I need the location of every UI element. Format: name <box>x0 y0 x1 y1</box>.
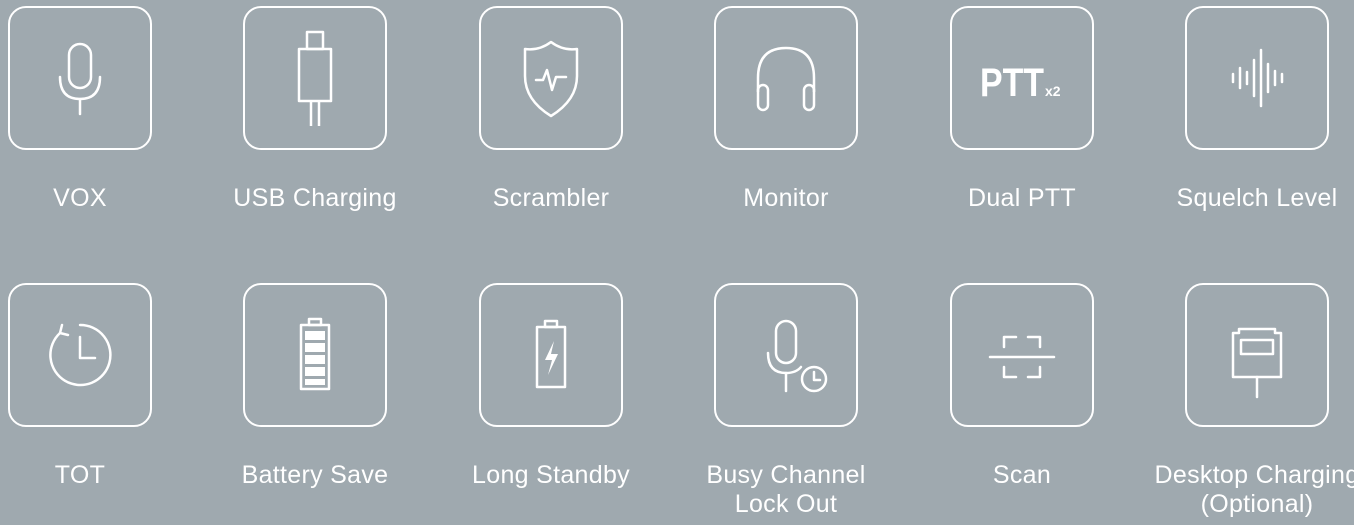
sound-wave-icon <box>1231 48 1284 108</box>
ptt-x2-icon: PTT x2 <box>980 61 1061 105</box>
feature-tile <box>1185 6 1329 150</box>
feature-tile <box>714 283 858 427</box>
feature-tile: PTT x2 <box>950 6 1094 150</box>
ptt-icon-subtext: x2 <box>1045 83 1061 99</box>
desktop-charger-icon <box>1231 327 1283 399</box>
microphone-clock-icon <box>766 319 828 393</box>
feature-label: Squelch Level <box>1176 184 1338 212</box>
feature-tile <box>243 283 387 427</box>
scan-frame-icon <box>988 335 1056 379</box>
feature-tile <box>479 6 623 150</box>
feature-label: USB Charging <box>233 184 397 212</box>
feature-label: Monitor <box>743 184 829 212</box>
feature-label: VOX <box>53 184 107 212</box>
shield-pulse-icon <box>523 40 579 118</box>
ptt-icon-text: PTT <box>980 61 1044 105</box>
feature-label: Long Standby <box>472 461 630 489</box>
feature-label: Scrambler <box>492 184 610 212</box>
timer-icon <box>49 323 112 387</box>
feature-label: Dual PTT <box>968 184 1076 212</box>
feature-tile <box>714 6 858 150</box>
full-battery-icon <box>299 317 331 391</box>
feature-tile <box>479 283 623 427</box>
charging-battery-icon <box>535 319 567 389</box>
microphone-icon <box>58 42 102 116</box>
feature-tile <box>8 6 152 150</box>
feature-label: TOT <box>54 461 106 489</box>
headphones-icon <box>756 46 816 112</box>
feature-label: Scan <box>992 461 1052 489</box>
feature-tile <box>950 283 1094 427</box>
feature-tile <box>243 6 387 150</box>
feature-tile <box>1185 283 1329 427</box>
feature-tile <box>8 283 152 427</box>
feature-label: Battery Save <box>241 461 389 489</box>
feature-label: Desktop Charging (Optional) <box>1154 461 1354 518</box>
usb-cable-icon <box>297 30 333 126</box>
feature-label: Busy Channel Lock Out <box>706 461 866 518</box>
